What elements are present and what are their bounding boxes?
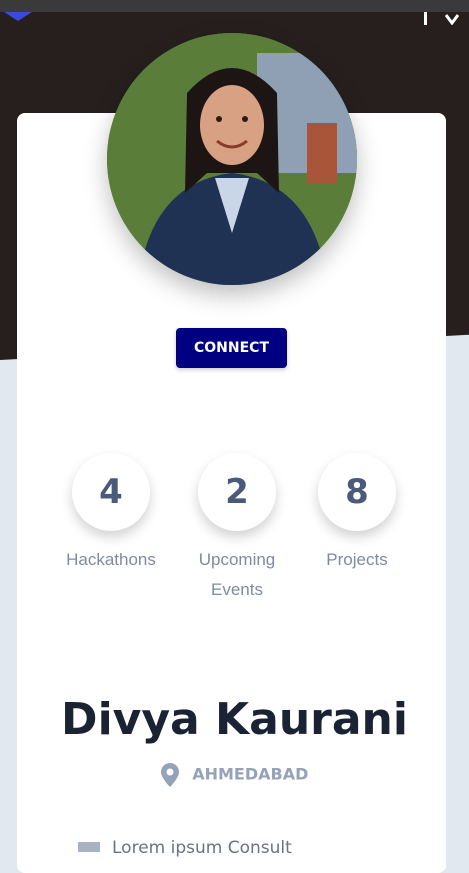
stat-label-line1: Upcoming bbox=[198, 550, 276, 569]
connect-button[interactable]: CONNECT bbox=[176, 328, 287, 368]
map-pin-icon bbox=[160, 762, 179, 787]
nav-controls[interactable] bbox=[424, 8, 459, 27]
partial-row-text: Lorem ipsum Consult bbox=[112, 838, 292, 858]
stat-upcoming-events: 2 Upcoming Events bbox=[197, 453, 277, 605]
profile-photo bbox=[107, 33, 357, 285]
profile-location: AHMEDABAD bbox=[0, 760, 469, 789]
stat-value: 8 bbox=[318, 453, 396, 531]
browser-top-strip bbox=[0, 0, 469, 12]
stat-label: Hackathons bbox=[66, 550, 156, 569]
profile-photo-illustration bbox=[107, 33, 357, 285]
menu-bar-icon[interactable] bbox=[424, 12, 428, 25]
profile-name: Divya Kaurani bbox=[61, 694, 408, 745]
stat-projects: 8 Projects bbox=[317, 453, 397, 575]
stat-value: 2 bbox=[198, 453, 276, 531]
stat-hackathons: 4 Hackathons bbox=[66, 453, 156, 575]
stat-label: Projects bbox=[326, 550, 388, 569]
location-text: AHMEDABAD bbox=[192, 764, 309, 784]
triangle-logo-icon[interactable] bbox=[4, 12, 32, 21]
stat-label: Upcoming Events bbox=[177, 545, 297, 605]
stat-value: 4 bbox=[72, 453, 150, 531]
chevron-down-icon[interactable] bbox=[445, 13, 459, 25]
stat-label-line2: Events bbox=[211, 580, 263, 599]
